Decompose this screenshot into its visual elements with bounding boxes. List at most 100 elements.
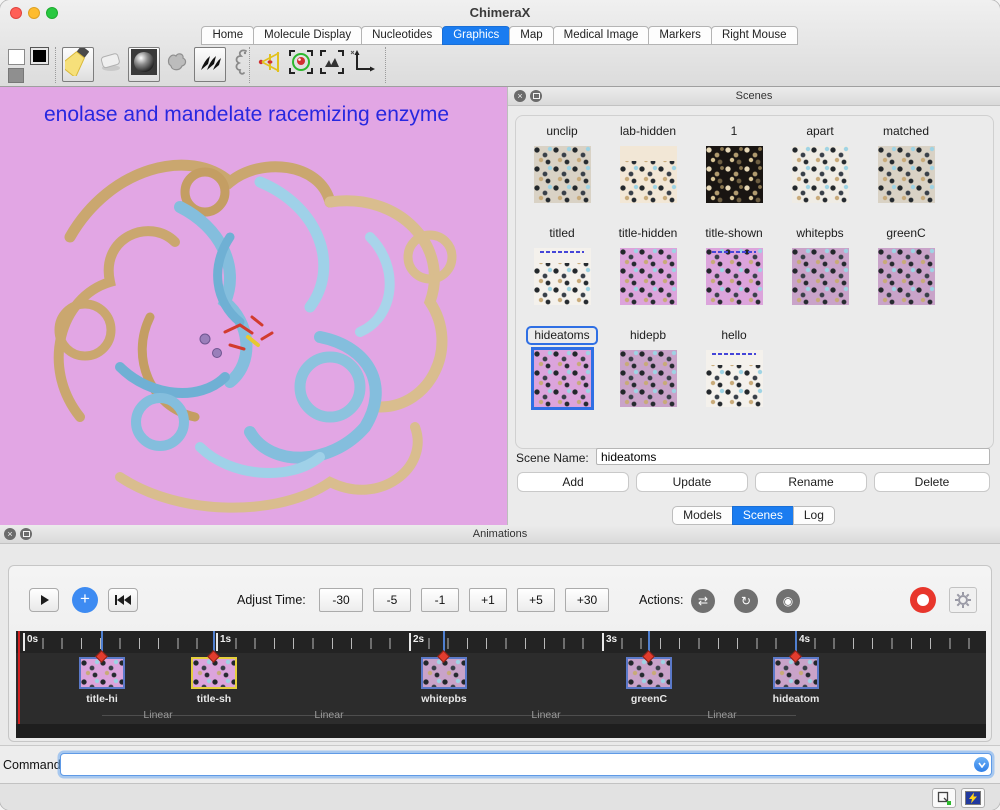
scene-item-label: hidepb bbox=[622, 326, 674, 345]
transition-mode-label[interactable]: Linear bbox=[692, 709, 752, 721]
tab-medical-image[interactable]: Medical Image bbox=[553, 26, 650, 45]
scene-thumbnail[interactable] bbox=[706, 350, 763, 407]
tab-markers[interactable]: Markers bbox=[648, 26, 712, 45]
scene-item-title-hidden[interactable]: title-hidden bbox=[605, 224, 691, 305]
tab-graphics[interactable]: Graphics bbox=[442, 26, 510, 45]
scene-thumbnail[interactable] bbox=[620, 146, 677, 203]
scene-item-title-shown[interactable]: title-shown bbox=[691, 224, 777, 305]
scene-thumbnail[interactable] bbox=[620, 248, 677, 305]
command-label: Command: bbox=[3, 758, 64, 772]
scene-thumbnail[interactable] bbox=[878, 248, 935, 305]
scene-thumbnail[interactable] bbox=[792, 248, 849, 305]
settings-button[interactable] bbox=[949, 587, 977, 613]
keyframe-label: hideatom bbox=[754, 693, 838, 705]
ruler-tick bbox=[23, 633, 25, 651]
swap-arrows-icon[interactable]: ⇄ bbox=[691, 589, 715, 613]
silhouettes-button[interactable] bbox=[227, 47, 259, 82]
animations-panel-title: Animations bbox=[0, 528, 1000, 540]
toolbar-separator bbox=[385, 47, 386, 83]
record-dot-icon[interactable]: ◉ bbox=[776, 589, 800, 613]
transition-mode-label[interactable]: Linear bbox=[128, 709, 188, 721]
scene-item-hello[interactable]: hello bbox=[691, 326, 777, 407]
detach-window-button[interactable] bbox=[932, 788, 956, 808]
tab-right-mouse[interactable]: Right Mouse bbox=[711, 26, 798, 45]
scene-item-apart[interactable]: apart bbox=[777, 122, 863, 203]
add-keyframe-button[interactable]: + bbox=[72, 587, 98, 613]
tab-map[interactable]: Map bbox=[509, 26, 553, 45]
scene-item-hideatoms[interactable]: hideatoms bbox=[519, 326, 605, 407]
scene-item-hidepb[interactable]: hidepb bbox=[605, 326, 691, 407]
scene-name-label: Scene Name: bbox=[516, 451, 589, 465]
rename-scene-button[interactable]: Rename bbox=[755, 472, 867, 492]
record-button[interactable] bbox=[910, 587, 936, 613]
graphics-viewport[interactable]: enolase and mandelate racemizing enzyme bbox=[0, 87, 507, 525]
transition-mode-label[interactable]: Linear bbox=[516, 709, 576, 721]
scene-thumbnail[interactable] bbox=[792, 146, 849, 203]
scene-thumbnail[interactable] bbox=[706, 146, 763, 203]
scene-name-input[interactable] bbox=[596, 448, 990, 465]
scene-thumbnail[interactable] bbox=[534, 248, 591, 305]
scene-item-label: apart bbox=[798, 122, 841, 141]
timeline-playhead[interactable] bbox=[18, 631, 20, 724]
play-button[interactable] bbox=[29, 588, 59, 612]
animation-timeline[interactable]: 0s1s2s3s4s title-hititle-shwhitepbsgreen… bbox=[16, 631, 986, 738]
tab-molecule-display[interactable]: Molecule Display bbox=[253, 26, 362, 45]
adjust-time-+5-button[interactable]: +5 bbox=[517, 588, 555, 612]
panel-tab-scenes[interactable]: Scenes bbox=[732, 506, 794, 525]
ribbon-tab-bar: HomeMolecule DisplayNucleotidesGraphicsM… bbox=[0, 25, 1000, 45]
command-input[interactable] bbox=[60, 753, 992, 776]
scene-row: unclip lab-hidden 1 apart matched bbox=[519, 122, 949, 203]
view-all-button[interactable] bbox=[287, 50, 315, 79]
adjust-time--30-button[interactable]: -30 bbox=[319, 588, 363, 612]
snapshot-button[interactable] bbox=[318, 50, 346, 79]
timeline-footer bbox=[16, 724, 986, 738]
command-bar: Command: bbox=[0, 745, 1000, 783]
transition-mode-label[interactable]: Linear bbox=[299, 709, 359, 721]
delete-scene-button[interactable]: Delete bbox=[874, 472, 990, 492]
rotate-clockwise-icon[interactable]: ↻ bbox=[734, 589, 758, 613]
flat-blob-icon bbox=[164, 49, 190, 80]
scene-item-unclip[interactable]: unclip bbox=[519, 122, 605, 203]
adjust-time-label: Adjust Time: bbox=[237, 593, 306, 607]
scene-item-greenC[interactable]: greenC bbox=[863, 224, 949, 305]
command-history-dropdown[interactable] bbox=[974, 757, 989, 772]
side-view-icon bbox=[257, 49, 283, 80]
full-lighting-button[interactable] bbox=[128, 47, 160, 82]
scene-thumbnail[interactable] bbox=[706, 248, 763, 305]
rewind-button[interactable] bbox=[108, 588, 138, 612]
side-view-button[interactable] bbox=[256, 50, 284, 79]
scene-thumbnail[interactable] bbox=[878, 146, 935, 203]
update-scene-button[interactable]: Update bbox=[636, 472, 748, 492]
add-scene-button[interactable]: Add bbox=[517, 472, 629, 492]
soft-lighting-button[interactable] bbox=[95, 47, 127, 82]
scene-item-lab-hidden[interactable]: lab-hidden bbox=[605, 122, 691, 203]
actions-label: Actions: bbox=[639, 593, 683, 607]
gear-icon bbox=[954, 591, 972, 609]
shadows-button[interactable] bbox=[194, 47, 226, 82]
tab-nucleotides[interactable]: Nucleotides bbox=[361, 26, 443, 45]
panel-tab-log[interactable]: Log bbox=[793, 506, 835, 525]
scene-item-label: hideatoms bbox=[526, 326, 597, 345]
orient-axes-button[interactable] bbox=[349, 50, 377, 79]
scene-thumbnail[interactable] bbox=[534, 146, 591, 203]
adjust-time--5-button[interactable]: -5 bbox=[373, 588, 411, 612]
simple-lighting-button[interactable] bbox=[62, 47, 94, 82]
adjust-time-+1-button[interactable]: +1 bbox=[469, 588, 507, 612]
scene-thumbnail[interactable] bbox=[620, 350, 677, 407]
gray-background-swatch[interactable] bbox=[8, 68, 24, 83]
adjust-time--1-button[interactable]: -1 bbox=[421, 588, 459, 612]
scene-item-1[interactable]: 1 bbox=[691, 122, 777, 203]
scene-item-matched[interactable]: matched bbox=[863, 122, 949, 203]
tab-home[interactable]: Home bbox=[201, 26, 254, 45]
title-bar[interactable]: ChimeraX bbox=[0, 0, 1000, 25]
scene-thumbnail[interactable] bbox=[534, 350, 591, 407]
scene-item-whitepbs[interactable]: whitepbs bbox=[777, 224, 863, 305]
shell-button[interactable] bbox=[961, 788, 985, 808]
white-background-swatch[interactable] bbox=[8, 49, 25, 65]
scene-item-titled[interactable]: titled bbox=[519, 224, 605, 305]
black-background-swatch[interactable] bbox=[30, 47, 49, 65]
scene-item-label: lab-hidden bbox=[612, 122, 684, 141]
flat-lighting-button[interactable] bbox=[161, 47, 193, 82]
panel-tab-models[interactable]: Models bbox=[672, 506, 733, 525]
adjust-time-+30-button[interactable]: +30 bbox=[565, 588, 609, 612]
